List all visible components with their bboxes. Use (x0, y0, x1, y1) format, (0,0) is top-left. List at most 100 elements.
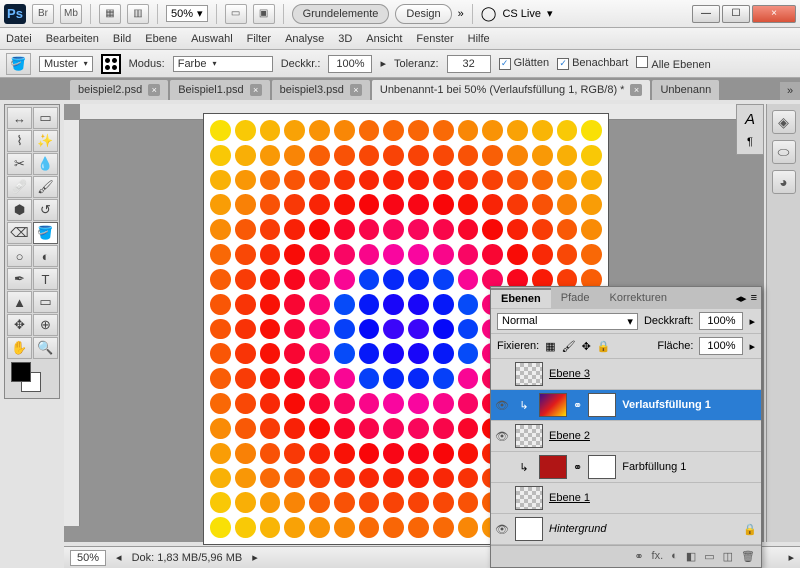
menu-filter[interactable]: Filter (247, 33, 271, 45)
hand-tool[interactable]: ✋ (7, 337, 32, 359)
layer-row[interactable]: 👁Hintergrund🔒 (491, 514, 761, 545)
layer-name[interactable]: Verlaufsfüllung 1 (622, 399, 757, 411)
layer-name[interactable]: Hintergrund (549, 523, 737, 535)
link-icon[interactable]: ⚭ (573, 461, 582, 474)
brush-tool[interactable]: 🖌 (33, 176, 58, 198)
visibility-icon[interactable]: 👁 (495, 399, 509, 412)
menu-datei[interactable]: Datei (6, 33, 32, 45)
ruler-vertical[interactable] (64, 120, 80, 526)
minimize-button[interactable]: — (692, 5, 720, 23)
current-tool-icon[interactable]: 🪣 (6, 53, 31, 75)
tabs-overflow-button[interactable]: » (780, 82, 800, 100)
scroll-left-icon[interactable]: ◂ (116, 551, 122, 564)
layers-tab-pfade[interactable]: Pfade (551, 289, 600, 307)
fill-mode-select[interactable]: Muster▾ (39, 56, 93, 72)
pen-tool[interactable]: ✒ (7, 268, 32, 290)
blur-tool[interactable]: ○ (7, 245, 32, 267)
doc-tab-4[interactable]: Unbenann (652, 80, 719, 100)
scroll-right-icon[interactable]: ▸ (788, 551, 794, 564)
layers-tab-ebenen[interactable]: Ebenen (491, 288, 551, 308)
lock-transparency-icon[interactable]: ▦ (545, 340, 555, 353)
opacity-input[interactable]: 100% (328, 55, 372, 73)
layer-row[interactable]: Ebene 3 (491, 359, 761, 390)
layer-thumbnail[interactable] (515, 362, 543, 386)
menu-bild[interactable]: Bild (113, 33, 131, 45)
mini-bridge-button[interactable]: Mb (60, 4, 82, 24)
workspace-more-icon[interactable]: » (458, 8, 464, 20)
paint-bucket-tool[interactable]: 🪣 (33, 222, 58, 244)
menu-hilfe[interactable]: Hilfe (468, 33, 490, 45)
lock-all-icon[interactable]: 🔒 (597, 340, 611, 353)
history-brush-tool[interactable]: ↺ (33, 199, 58, 221)
workspace-grundelemente[interactable]: Grundelemente (292, 4, 390, 24)
visibility-icon[interactable]: 👁 (495, 523, 509, 536)
layer-thumbnail[interactable] (515, 517, 543, 541)
eyedropper-tool[interactable]: 💧 (33, 153, 58, 175)
blend-mode-select[interactable]: Farbe▾ (173, 56, 273, 72)
type-tool[interactable]: T (33, 268, 58, 290)
menu-auswahl[interactable]: Auswahl (191, 33, 233, 45)
foreground-swatch[interactable] (11, 362, 31, 382)
layer-fx-icon[interactable]: fx. (652, 550, 664, 563)
marquee-tool[interactable]: ▭ (33, 107, 58, 129)
doc-tab-1[interactable]: Beispiel1.psd× (170, 80, 269, 100)
paths-panel-icon[interactable]: ◕ (772, 170, 796, 194)
layer-thumbnail[interactable] (515, 424, 543, 448)
character-panel-icon[interactable]: A (745, 111, 755, 128)
paragraph-panel-icon[interactable]: ¶ (747, 136, 753, 148)
close-icon[interactable]: × (350, 84, 362, 96)
bridge-button[interactable]: Br (32, 4, 54, 24)
close-icon[interactable]: × (148, 84, 160, 96)
lasso-tool[interactable]: ⌇ (7, 130, 32, 152)
path-select-tool[interactable]: ▲ (7, 291, 32, 313)
close-icon[interactable]: × (250, 84, 262, 96)
layer-name[interactable]: Farbfüllung 1 (622, 461, 757, 473)
layer-name[interactable]: Ebene 3 (549, 368, 757, 380)
tolerance-input[interactable]: 32 (447, 55, 491, 73)
move-tool[interactable]: ↔ (7, 107, 32, 129)
layers-panel-icon[interactable]: ◈ (772, 110, 796, 134)
all-layers-checkbox[interactable]: Alle Ebenen (636, 56, 710, 71)
workspace-design[interactable]: Design (395, 4, 451, 24)
doc-tab-2[interactable]: beispiel3.psd× (272, 80, 370, 100)
3d-camera-tool[interactable]: ⊕ (33, 314, 58, 336)
layers-tab-korrekturen[interactable]: Korrekturen (599, 289, 676, 307)
panel-menu-icon[interactable]: ≡ (751, 292, 757, 305)
lock-position-icon[interactable]: ✥ (582, 340, 591, 353)
close-button[interactable]: × (752, 5, 796, 23)
menu-3d[interactable]: 3D (338, 33, 352, 45)
visibility-icon[interactable]: 👁 (495, 430, 509, 443)
arrange-button[interactable]: ▭ (225, 4, 247, 24)
eraser-tool[interactable]: ⌫ (7, 222, 32, 244)
color-swatches[interactable] (7, 360, 58, 396)
collapse-icon[interactable]: ◂▸ (736, 292, 747, 305)
layer-row[interactable]: Ebene 1 (491, 483, 761, 514)
crop-tool[interactable]: ✂ (7, 153, 32, 175)
layer-thumbnail[interactable] (539, 455, 567, 479)
doc-tab-0[interactable]: beispiel2.psd× (70, 80, 168, 100)
contiguous-checkbox[interactable]: ✓Benachbart (557, 57, 628, 70)
layer-row[interactable]: 👁↳⚭Verlaufsfüllung 1 (491, 390, 761, 421)
layer-name[interactable]: Ebene 1 (549, 492, 757, 504)
layer-fill-input[interactable]: 100% (699, 337, 743, 355)
magic-wand-tool[interactable]: ✨ (33, 130, 58, 152)
3d-tool[interactable]: ✥ (7, 314, 32, 336)
pattern-picker[interactable] (101, 54, 121, 74)
zoom-tool[interactable]: 🔍 (33, 337, 58, 359)
link-layers-icon[interactable]: ⚭ (634, 550, 643, 563)
layer-mask-icon[interactable]: ◐ (671, 550, 678, 563)
layer-row[interactable]: ↳⚭Farbfüllung 1 (491, 452, 761, 483)
antialias-checkbox[interactable]: ✓Glätten (499, 57, 549, 70)
layer-blend-select[interactable]: Normal▾ (497, 313, 638, 330)
menu-analyse[interactable]: Analyse (285, 33, 324, 45)
channels-panel-icon[interactable]: ⬭ (772, 140, 796, 164)
delete-layer-icon[interactable]: 🗑 (741, 550, 755, 563)
adjustment-layer-icon[interactable]: ◧ (686, 550, 696, 563)
menu-bearbeiten[interactable]: Bearbeiten (46, 33, 99, 45)
menu-ansicht[interactable]: Ansicht (366, 33, 402, 45)
cslive-label[interactable]: CS Live (502, 8, 541, 20)
view-guides-button[interactable]: ▥ (127, 4, 149, 24)
layer-row[interactable]: 👁Ebene 2 (491, 421, 761, 452)
shape-tool[interactable]: ▭ (33, 291, 58, 313)
dodge-tool[interactable]: ◐ (33, 245, 58, 267)
